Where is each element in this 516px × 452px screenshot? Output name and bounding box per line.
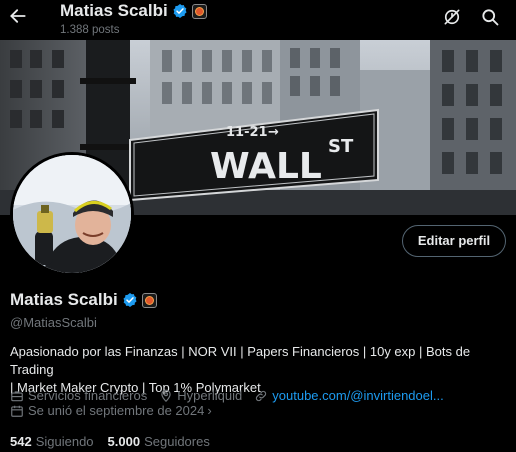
org-badge-icon[interactable] (141, 292, 157, 308)
sign-text: WALL (210, 146, 322, 187)
search-icon[interactable] (480, 7, 500, 27)
joined-label: Se unió el septiembre de 2024 (28, 403, 205, 418)
header-title-row: Matias Scalbi (60, 1, 207, 21)
location-item: Hyperliquid (159, 388, 242, 403)
back-arrow-icon[interactable] (8, 4, 30, 28)
category-label: Servicios financieros (28, 388, 148, 403)
header-post-count: 1.388 posts (60, 24, 120, 36)
bio-line-1: Apasionado por las Finanzas | NOR VII | … (10, 344, 471, 377)
profile-meta-row: Servicios financieros Hyperliquid youtub… (10, 388, 456, 403)
sign-suffix: ST (328, 136, 354, 157)
verified-badge-icon[interactable] (172, 3, 188, 19)
top-bar: Matias Scalbi 1.388 posts (0, 0, 516, 40)
chevron-right-icon[interactable]: › (207, 403, 211, 418)
location-pin-icon (161, 389, 171, 402)
follow-stats: 542 Siguiendo 5.000 Seguidores (10, 434, 224, 449)
link-icon (256, 390, 267, 401)
website-item[interactable]: youtube.com/@invirtiendoel... (254, 388, 444, 403)
verified-badge-icon[interactable] (122, 292, 138, 308)
profile-name: Matias Scalbi (10, 290, 118, 309)
sign-street-number: 11-21 (226, 125, 268, 140)
briefcase-icon (11, 390, 23, 401)
org-badge-icon[interactable] (191, 3, 207, 19)
avatar[interactable] (10, 152, 134, 276)
website-link[interactable]: youtube.com/@invirtiendoel... (272, 388, 443, 403)
followers-count: 5.000 (107, 434, 141, 449)
svg-text:→: → (268, 125, 279, 140)
location-label: Hyperliquid (177, 388, 243, 403)
following-label: Siguiendo (35, 434, 94, 449)
following-count: 542 (10, 434, 32, 449)
followers-label: Seguidores (144, 434, 210, 449)
calendar-icon (11, 405, 23, 417)
edit-profile-button[interactable]: Editar perfil (402, 225, 506, 257)
joined-row[interactable]: Se unió el septiembre de 2024 › (10, 403, 224, 418)
profile-name-row: Matias Scalbi (10, 290, 157, 310)
header-name: Matias Scalbi (60, 1, 168, 20)
following-link[interactable]: 542 Siguiendo (10, 434, 94, 449)
notifications-off-icon[interactable] (442, 7, 462, 27)
profile-handle: @MatiasScalbi (10, 315, 97, 330)
followers-link[interactable]: 5.000 Seguidores (108, 434, 210, 449)
category-item: Servicios financieros (10, 388, 147, 403)
joined-item[interactable]: Se unió el septiembre de 2024 › (10, 403, 212, 418)
